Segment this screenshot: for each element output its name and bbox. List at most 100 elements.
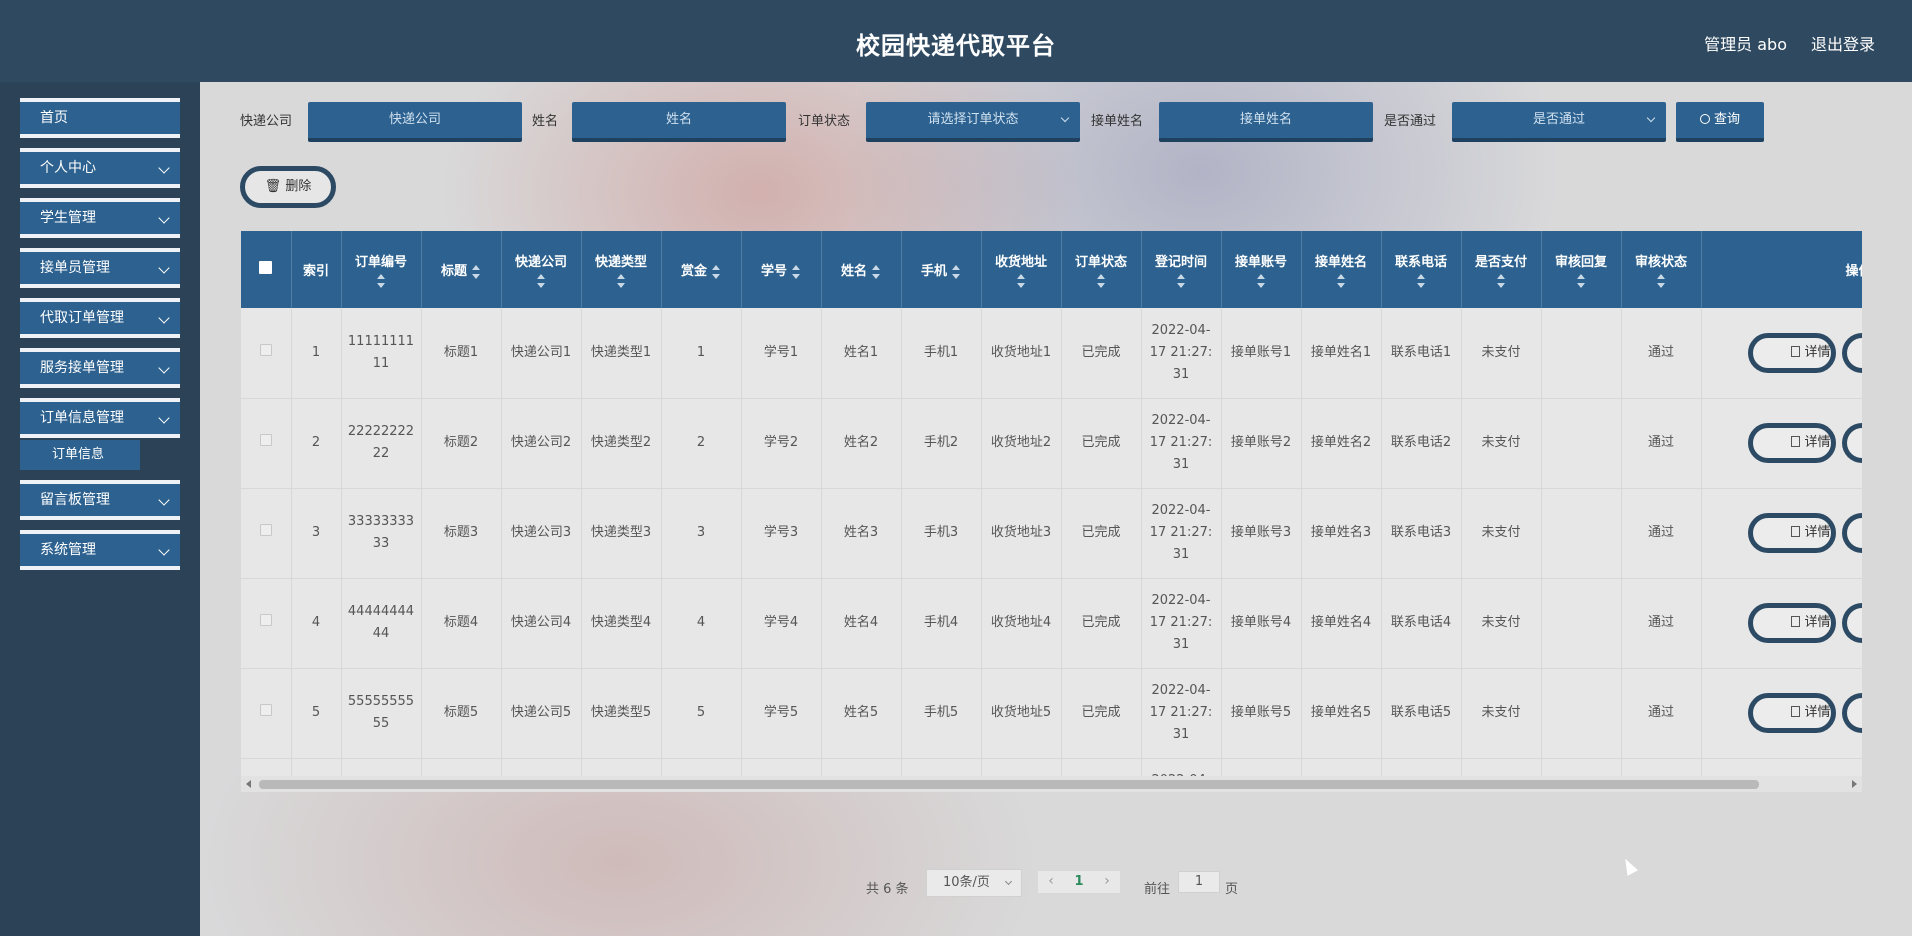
sidebar-subitem-order-info[interactable]: 订单信息 bbox=[20, 440, 140, 470]
table-cell-company: 快递公司5 bbox=[501, 668, 582, 759]
pagination-total: 共 6 条 bbox=[866, 882, 909, 897]
column-header[interactable]: 订单状态 bbox=[1061, 231, 1142, 308]
sidebar-item-order-info-management[interactable]: 订单信息管理 bbox=[20, 398, 180, 438]
table-cell-title: 标题5 bbox=[421, 668, 502, 759]
goto-page-input[interactable]: 1 bbox=[1178, 871, 1220, 893]
sort-icon[interactable] bbox=[1256, 274, 1266, 288]
table-cell-order-no: 6666666666 bbox=[341, 758, 422, 776]
scrollbar-thumb[interactable] bbox=[259, 780, 1759, 789]
sort-icon[interactable] bbox=[1416, 274, 1426, 288]
edit-button[interactable] bbox=[1841, 603, 1862, 643]
sort-icon[interactable] bbox=[1496, 274, 1506, 288]
row-checkbox[interactable] bbox=[241, 578, 292, 669]
search-button-label: 查询 bbox=[1713, 112, 1740, 127]
order-status-select[interactable]: 请选择订单状态 bbox=[866, 102, 1080, 142]
sidebar-item-student-management[interactable]: 学生管理 bbox=[20, 198, 180, 238]
scroll-right-arrow-icon[interactable] bbox=[1852, 780, 1857, 788]
detail-button-label: 详情 bbox=[1804, 615, 1831, 630]
detail-button[interactable]: 详情 bbox=[1747, 332, 1836, 373]
column-header[interactable]: 接单姓名 bbox=[1301, 231, 1382, 308]
logout-link[interactable]: 退出登录 bbox=[1811, 31, 1875, 55]
column-header[interactable]: 收货地址 bbox=[981, 231, 1062, 308]
prev-page-button[interactable]: ‹ bbox=[1038, 871, 1064, 893]
column-header[interactable]: 审核状态 bbox=[1621, 231, 1702, 308]
row-checkbox[interactable] bbox=[241, 758, 292, 776]
pass-select[interactable]: 是否通过 bbox=[1452, 102, 1666, 142]
column-header[interactable]: 手机 bbox=[901, 231, 982, 308]
detail-button[interactable]: 详情 bbox=[1747, 603, 1836, 643]
table-cell-paid: 未支付 bbox=[1461, 578, 1542, 669]
name-input[interactable]: 姓名 bbox=[572, 102, 786, 142]
horizontal-scrollbar[interactable] bbox=[241, 776, 1862, 792]
table-cell-reply bbox=[1541, 578, 1622, 669]
sort-icon[interactable] bbox=[1176, 274, 1186, 288]
sidebar-item-personal-center[interactable]: 个人中心 bbox=[20, 148, 180, 188]
detail-button[interactable]: 详情 bbox=[1747, 693, 1836, 733]
edit-button[interactable] bbox=[1841, 513, 1862, 553]
sort-icon[interactable] bbox=[616, 274, 626, 288]
top-header: 校园快递代取平台 管理员 abo 退出登录 bbox=[0, 0, 1912, 82]
table-cell-company: 快递公司4 bbox=[501, 578, 582, 669]
page-number-current[interactable]: 1 bbox=[1066, 871, 1092, 893]
sort-icon[interactable] bbox=[791, 264, 801, 279]
table-cell-name: 姓名2 bbox=[821, 398, 902, 489]
column-header[interactable]: 快递类型 bbox=[581, 231, 662, 308]
page-size-select[interactable]: 10条/页 bbox=[926, 869, 1022, 897]
edit-button[interactable] bbox=[1841, 693, 1862, 733]
column-header[interactable]: 标题 bbox=[421, 231, 502, 308]
edit-button[interactable] bbox=[1841, 423, 1862, 463]
column-header[interactable]: 接单账号 bbox=[1221, 231, 1302, 308]
sort-icon[interactable] bbox=[376, 274, 386, 288]
detail-button[interactable]: 详情 bbox=[1747, 513, 1836, 553]
sort-icon[interactable] bbox=[871, 264, 881, 279]
column-header[interactable]: 赏金 bbox=[661, 231, 742, 308]
sort-icon[interactable] bbox=[951, 264, 961, 279]
column-header[interactable]: 是否支付 bbox=[1461, 231, 1542, 308]
edit-button[interactable] bbox=[1841, 332, 1862, 373]
sidebar-item-message-board-management[interactable]: 留言板管理 bbox=[20, 480, 180, 520]
column-header[interactable]: 学号 bbox=[741, 231, 822, 308]
sort-icon[interactable] bbox=[1576, 274, 1586, 288]
column-header[interactable]: 联系电话 bbox=[1381, 231, 1462, 308]
taker-name-input[interactable]: 接单姓名 bbox=[1159, 102, 1373, 142]
select-all-checkbox[interactable] bbox=[241, 231, 292, 308]
sidebar-item-label: 个人中心 bbox=[40, 160, 96, 176]
row-checkbox[interactable] bbox=[241, 668, 292, 759]
scroll-left-arrow-icon[interactable] bbox=[246, 780, 251, 788]
sort-icon[interactable] bbox=[1096, 274, 1106, 288]
detail-button[interactable]: 详情 bbox=[1747, 423, 1836, 463]
table-cell-title: 标题2 bbox=[421, 398, 502, 489]
company-input[interactable]: 快递公司 bbox=[308, 102, 522, 142]
search-button[interactable]: 查询 bbox=[1676, 102, 1764, 142]
table-cell-reply bbox=[1541, 668, 1622, 759]
sidebar-item-pickup-order-management[interactable]: 代取订单管理 bbox=[20, 298, 180, 338]
sidebar-item-system-management[interactable]: 系统管理 bbox=[20, 530, 180, 570]
column-header[interactable]: 快递公司 bbox=[501, 231, 582, 308]
sort-icon[interactable] bbox=[1336, 274, 1346, 288]
sort-icon[interactable] bbox=[711, 264, 721, 279]
table-cell-audit: 通过 bbox=[1621, 668, 1702, 759]
sort-icon[interactable] bbox=[1016, 274, 1026, 288]
table-cell-order-no: 3333333333 bbox=[341, 488, 422, 579]
table-cell-taker-name: 接单姓名2 bbox=[1301, 398, 1382, 489]
row-checkbox[interactable] bbox=[241, 308, 292, 399]
sidebar-item-service-order-management[interactable]: 服务接单管理 bbox=[20, 348, 180, 388]
delete-button[interactable]: 🗑 删除 bbox=[240, 166, 336, 208]
column-header[interactable]: 订单编号 bbox=[341, 231, 422, 308]
table-cell-student-no: 学号5 bbox=[741, 668, 822, 759]
row-checkbox[interactable] bbox=[241, 488, 292, 579]
sidebar-item-home[interactable]: 首页 bbox=[20, 98, 180, 138]
sidebar-item-courier-management[interactable]: 接单员管理 bbox=[20, 248, 180, 288]
column-header[interactable]: 审核回复 bbox=[1541, 231, 1622, 308]
table-cell-taker-account: 接单账号4 bbox=[1221, 578, 1302, 669]
sort-icon[interactable] bbox=[536, 274, 546, 288]
sort-icon[interactable] bbox=[1656, 274, 1666, 288]
column-header[interactable]: 登记时间 bbox=[1141, 231, 1222, 308]
next-page-button[interactable]: › bbox=[1094, 871, 1120, 893]
column-header[interactable]: 姓名 bbox=[821, 231, 902, 308]
filter-label-pass: 是否通过 bbox=[1384, 114, 1437, 129]
detail-button-label: 详情 bbox=[1804, 525, 1831, 540]
row-checkbox[interactable] bbox=[241, 398, 292, 489]
sort-icon[interactable] bbox=[471, 264, 481, 279]
column-header-actions: 操作 bbox=[1701, 231, 1862, 308]
